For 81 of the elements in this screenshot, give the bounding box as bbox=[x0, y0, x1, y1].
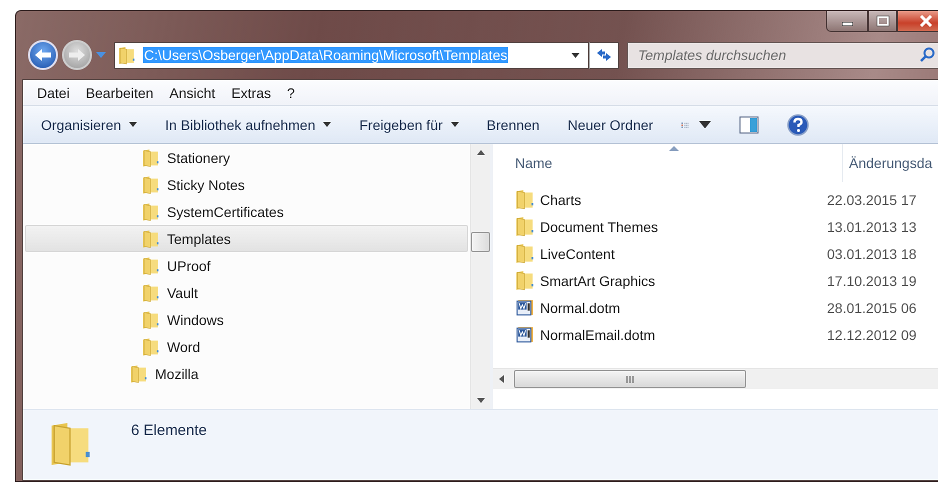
word-document-icon bbox=[515, 324, 534, 345]
folder-icon bbox=[515, 216, 534, 237]
close-icon bbox=[919, 15, 933, 27]
folder-icon bbox=[142, 202, 159, 222]
tree-item[interactable]: SystemCertificates bbox=[25, 198, 468, 225]
folder-icon bbox=[142, 228, 159, 248]
folder-icon bbox=[515, 243, 534, 264]
tree-item[interactable]: Sticky Notes bbox=[25, 171, 468, 198]
file-name-cell[interactable]: Document Themes bbox=[493, 216, 820, 237]
refresh-icon bbox=[595, 48, 613, 62]
toolbar-button[interactable]: Brennen bbox=[478, 112, 548, 136]
menu-item[interactable]: Datei bbox=[29, 82, 78, 102]
item-count: 6 Elemente bbox=[131, 422, 207, 439]
folder-icon bbox=[118, 46, 135, 64]
folder-icon bbox=[142, 310, 159, 330]
folder-icon bbox=[142, 148, 159, 168]
minimize-icon bbox=[842, 22, 852, 26]
column-header[interactable]: Änderungsda bbox=[843, 144, 932, 182]
search-field[interactable]: Templates durchsuchen bbox=[627, 42, 938, 68]
back-button[interactable] bbox=[28, 40, 58, 70]
file-name-cell[interactable]: LiveContent bbox=[493, 243, 820, 264]
back-arrow-icon bbox=[34, 48, 52, 62]
folder-icon bbox=[130, 364, 147, 384]
vertical-scrollbar[interactable] bbox=[470, 144, 490, 409]
tree-item[interactable]: Vault bbox=[25, 279, 468, 306]
menu-item[interactable]: Ansicht bbox=[161, 82, 224, 102]
folder-icon bbox=[515, 189, 534, 210]
date-cell-text: 12.12.2012 09 bbox=[826, 326, 917, 342]
folder-icon bbox=[142, 336, 159, 356]
caret-icon bbox=[571, 52, 580, 58]
scroll-down-icon[interactable] bbox=[476, 398, 484, 403]
scroll-up-icon[interactable] bbox=[476, 150, 484, 155]
folder-icon bbox=[142, 256, 159, 276]
menu-item[interactable]: ? bbox=[279, 82, 303, 102]
tree-item[interactable]: Templates bbox=[25, 225, 468, 252]
date-cell-text: 17.10.2013 19 bbox=[826, 272, 917, 288]
caret-icon bbox=[129, 122, 138, 127]
grip-icon bbox=[625, 376, 635, 382]
caret-icon bbox=[450, 122, 459, 127]
date-cell-text: 03.01.2013 18 bbox=[826, 246, 917, 262]
scroll-thumb[interactable] bbox=[514, 370, 746, 388]
search-icon bbox=[919, 46, 935, 62]
toolbar-button[interactable]: Neuer Ordner bbox=[560, 112, 662, 136]
file-name-cell[interactable]: Charts bbox=[493, 189, 820, 210]
date-cell-text: 28.01.2015 06 bbox=[826, 300, 917, 316]
menu-item[interactable]: Extras bbox=[223, 82, 280, 102]
toolbar-button[interactable]: In Bibliothek aufnehmen bbox=[157, 112, 340, 136]
close-button[interactable] bbox=[897, 11, 938, 32]
preview-pane-icon bbox=[739, 114, 760, 134]
folder-icon bbox=[515, 270, 534, 291]
file-name-cell[interactable]: SmartArt Graphics bbox=[493, 270, 820, 291]
tree-item[interactable]: Word bbox=[25, 333, 468, 360]
sort-arrow-icon bbox=[669, 146, 679, 151]
menu-item[interactable]: Bearbeiten bbox=[78, 82, 162, 102]
maximize-button[interactable] bbox=[868, 11, 897, 32]
refresh-button[interactable] bbox=[589, 42, 619, 68]
forward-button[interactable] bbox=[62, 40, 92, 70]
folder-icon bbox=[142, 282, 159, 302]
column-header[interactable]: Name bbox=[493, 144, 843, 182]
tree-item[interactable]: Windows bbox=[25, 306, 468, 333]
word-document-icon bbox=[515, 297, 534, 318]
date-cell-text: 13.01.2013 13 bbox=[826, 218, 917, 234]
toolbar-button[interactable]: Organisieren bbox=[33, 112, 146, 136]
file-name-cell[interactable]: Normal.dotm bbox=[493, 297, 820, 318]
caret-icon bbox=[323, 122, 332, 127]
caret-icon bbox=[699, 120, 712, 128]
file-name-cell[interactable]: NormalEmail.dotm bbox=[493, 324, 820, 345]
tree-item[interactable]: UProof bbox=[25, 252, 468, 279]
address-path: C:\Users\Osberger\AppData\Roaming\Microsoft\Templates bbox=[143, 47, 508, 63]
horizontal-scrollbar[interactable] bbox=[493, 368, 938, 389]
tree-item[interactable]: Stationery bbox=[25, 144, 468, 171]
date-cell-text: 22.03.2015 17 bbox=[826, 192, 917, 208]
help-icon bbox=[787, 114, 810, 136]
toolbar-button[interactable]: Freigeben für bbox=[351, 112, 467, 136]
tree-item[interactable]: Mozilla bbox=[25, 360, 468, 387]
folder-icon bbox=[142, 174, 159, 194]
scroll-left-icon[interactable] bbox=[499, 375, 504, 383]
forward-arrow-icon bbox=[68, 48, 86, 62]
scroll-thumb[interactable] bbox=[471, 232, 490, 252]
maximize-icon bbox=[876, 15, 890, 27]
minimize-button[interactable] bbox=[826, 11, 868, 32]
